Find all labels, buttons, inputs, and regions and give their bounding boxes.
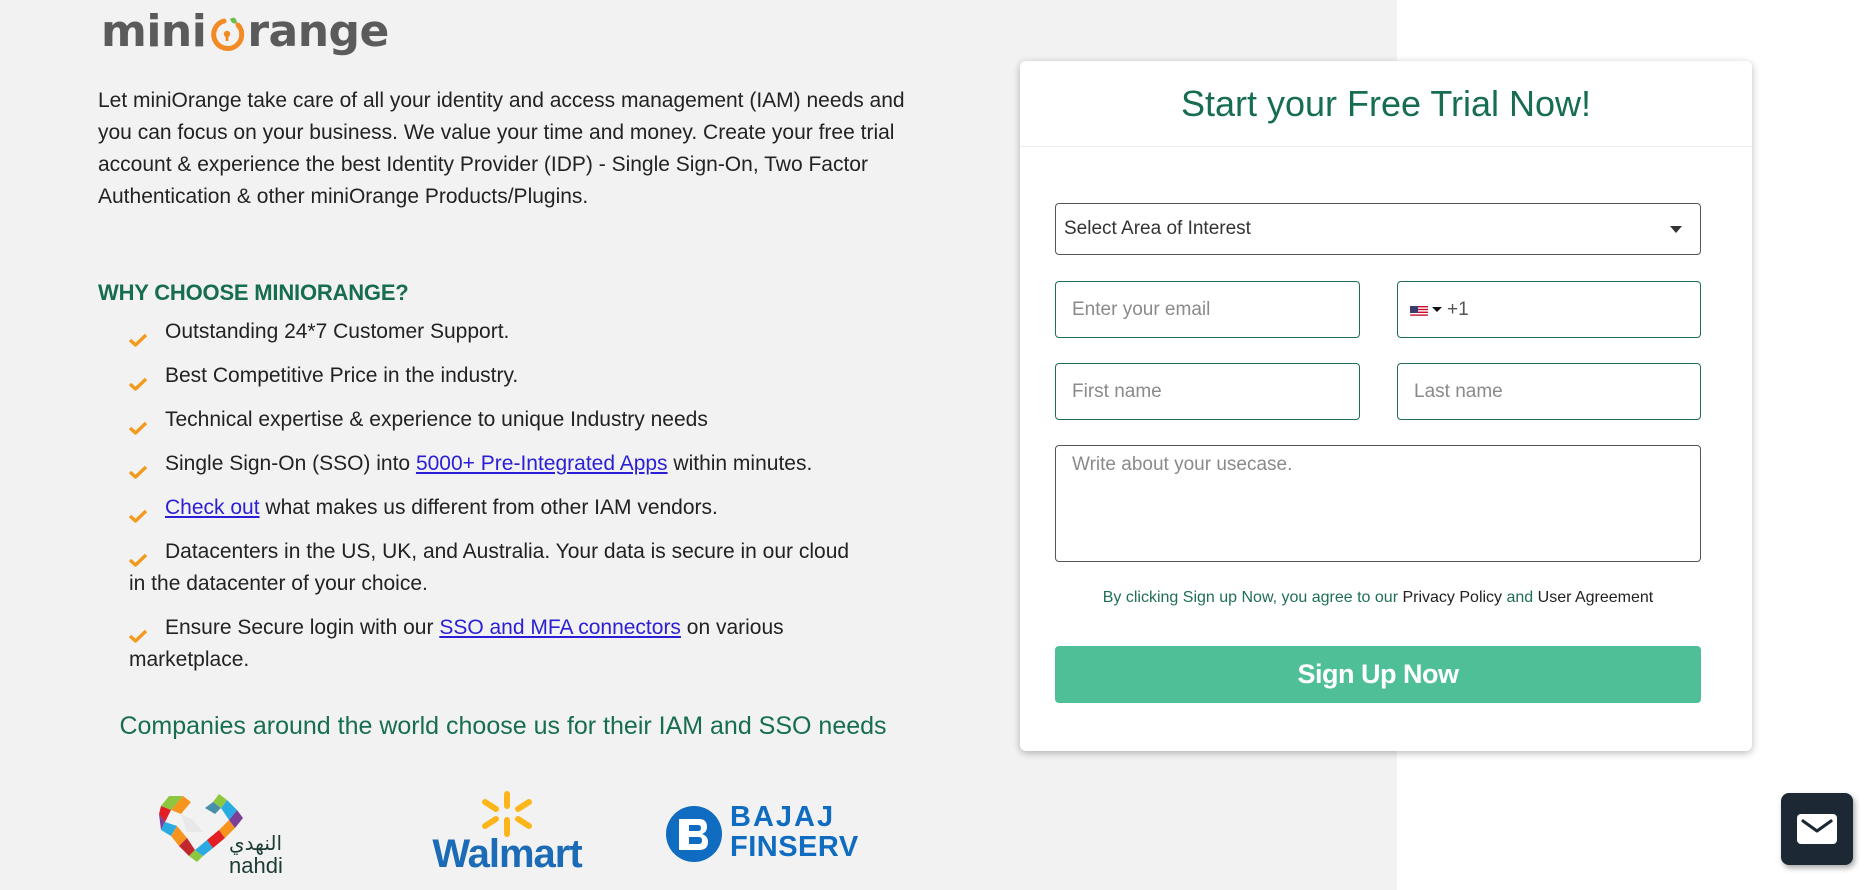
finserv-text: FINSERV	[730, 831, 859, 863]
logo-text-suffix: range	[247, 5, 389, 57]
check-out-link[interactable]: Check out	[165, 496, 260, 519]
us-flag-icon[interactable]	[1410, 303, 1428, 316]
check-icon	[128, 369, 148, 391]
intro-paragraph: Let miniOrange take care of all your ide…	[98, 89, 905, 208]
pre-integrated-apps-link[interactable]: 5000+ Pre-Integrated Apps	[416, 452, 668, 475]
dial-code: +1	[1447, 298, 1469, 320]
walmart-text: Walmart	[432, 832, 582, 876]
sign-up-now-button[interactable]: Sign Up Now	[1055, 646, 1701, 703]
feature-item: Check out what makes us different from o…	[128, 492, 869, 524]
check-icon	[128, 457, 148, 479]
feature-item: Single Sign-On (SSO) into 5000+ Pre-Inte…	[128, 448, 869, 480]
usecase-textarea[interactable]: Write about your usecase.	[1055, 445, 1701, 562]
form-title: Start your Free Trial Now!	[1020, 61, 1752, 147]
free-trial-form-card: Start your Free Trial Now! Select Area o…	[1020, 61, 1752, 751]
logo-orange-o-icon	[208, 14, 246, 52]
miniorange-logo[interactable]: mini range	[101, 5, 389, 57]
walmart-spark-icon	[482, 791, 532, 837]
why-choose-heading: WHY CHOOSE MINIORANGE?	[98, 280, 409, 305]
customer-logos: النهدي nahdi Walmart BAJAJ FINSERV	[150, 790, 890, 885]
walmart-logo: Walmart	[404, 790, 610, 882]
contact-mail-button[interactable]	[1781, 793, 1853, 865]
user-agreement-link[interactable]: User Agreement	[1538, 589, 1654, 606]
chevron-down-icon	[1670, 226, 1682, 233]
bajaj-finserv-logo: BAJAJ FINSERV	[665, 802, 875, 866]
check-icon	[128, 501, 148, 523]
feature-item: Best Competitive Price in the industry.	[128, 360, 869, 392]
feature-item: Datacenters in the US, UK, and Australia…	[128, 540, 850, 595]
last-name-field[interactable]: Last name	[1397, 363, 1701, 420]
mail-icon	[1797, 814, 1837, 844]
phone-field[interactable]: +1	[1397, 281, 1701, 338]
privacy-policy-link[interactable]: Privacy Policy	[1402, 589, 1502, 606]
feature-item: Technical expertise & experience to uniq…	[128, 404, 869, 436]
page: mini range Let miniOrange take care of a…	[0, 0, 1869, 890]
terms-notice: By clicking Sign up Now, you agree to ou…	[1102, 589, 1654, 606]
area-of-interest-value: Select Area of Interest	[1064, 218, 1251, 239]
country-dropdown-caret-icon[interactable]	[1432, 307, 1442, 312]
check-icon	[128, 621, 148, 643]
nahdi-latin-text: nahdi	[229, 853, 283, 878]
email-field[interactable]: Enter your email	[1055, 281, 1360, 338]
nahdi-arabic-text: النهدي	[229, 833, 283, 855]
area-of-interest-select[interactable]: Select Area of Interest	[1055, 203, 1701, 255]
nahdi-logo: النهدي nahdi	[157, 792, 317, 882]
first-name-field[interactable]: First name	[1055, 363, 1360, 420]
sso-mfa-connectors-link[interactable]: SSO and MFA connectors	[439, 616, 681, 639]
feature-item: Ensure Secure login with our SSO and MFA…	[128, 616, 784, 671]
check-icon	[128, 413, 148, 435]
check-icon	[128, 325, 148, 347]
feature-item: Outstanding 24*7 Customer Support.	[128, 316, 869, 348]
bajaj-text: BAJAJ	[730, 801, 836, 833]
bajaj-b-icon	[666, 806, 722, 862]
companies-heading: Companies around the world choose us for…	[119, 712, 887, 740]
logo-text-prefix: mini	[101, 5, 207, 57]
check-icon	[128, 545, 148, 567]
features-list: Outstanding 24*7 Customer Support. Best …	[128, 316, 869, 688]
